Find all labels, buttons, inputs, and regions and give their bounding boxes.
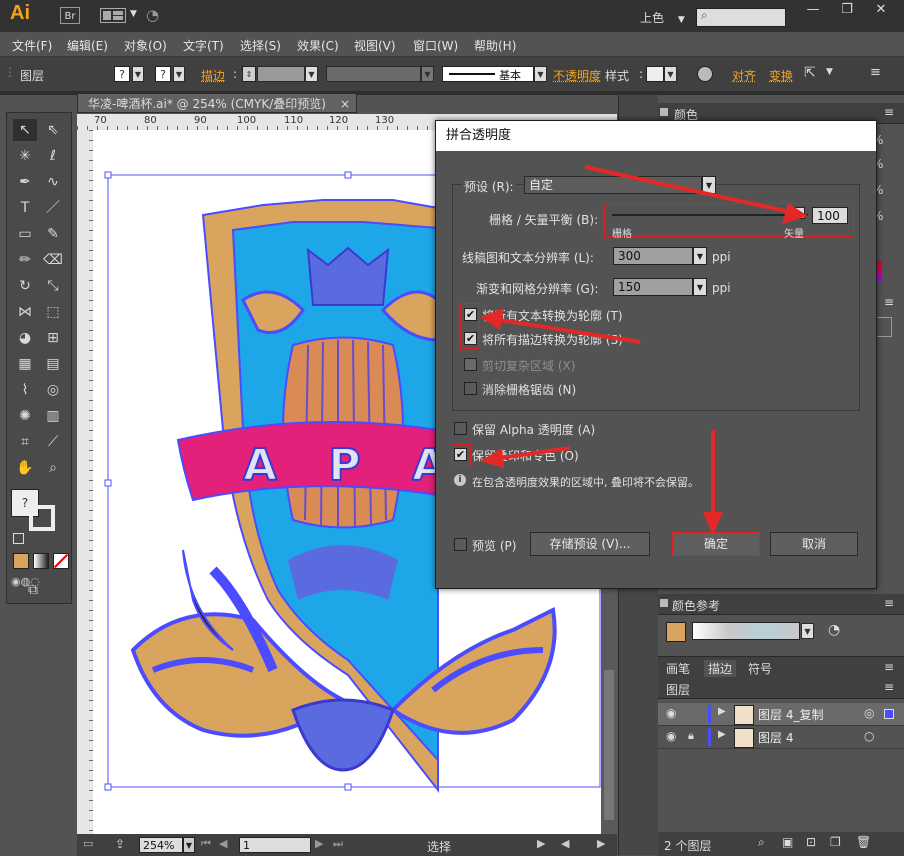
arrowhead: [782, 203, 808, 224]
arrow-to-slider: [584, 165, 791, 214]
arrowhead: [703, 512, 723, 535]
arrow-to-checkboxes: [499, 318, 641, 344]
arrow-to-overprint: [499, 446, 571, 460]
annotation-arrows: [480, 165, 808, 535]
arrowhead: [480, 308, 504, 330]
arrowhead: [480, 448, 504, 468]
